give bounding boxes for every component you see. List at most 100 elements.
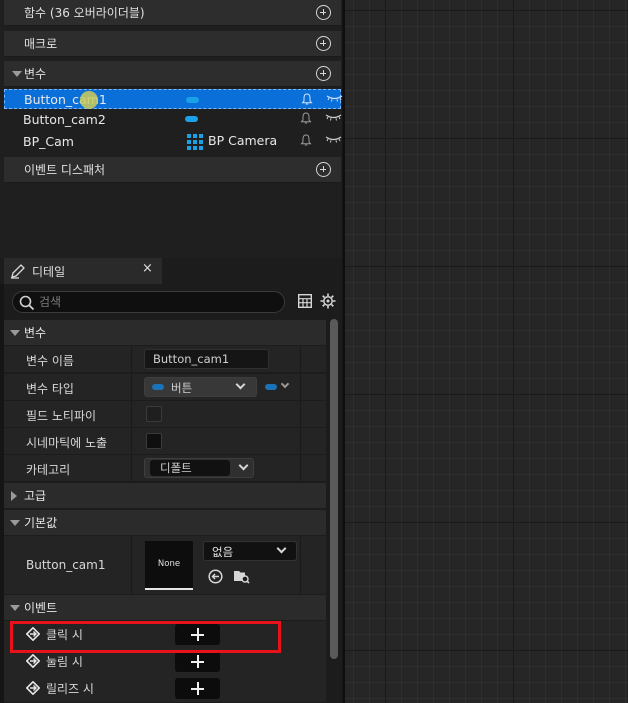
gear-icon[interactable] — [320, 293, 336, 309]
chevron-down-icon — [276, 543, 287, 554]
category-title: 이벤트 — [24, 601, 58, 615]
add-event-button[interactable] — [175, 624, 220, 645]
column-divider — [300, 536, 301, 594]
variable-type-pill-icon — [186, 97, 199, 103]
replication-bell-icon[interactable] — [300, 134, 312, 147]
variables-section-header[interactable]: 변수 — [4, 61, 341, 87]
variable-row[interactable]: BP_Cam BP Camera — [4, 131, 342, 151]
column-divider — [131, 401, 132, 427]
property-matrix-icon[interactable] — [298, 294, 312, 308]
add-event-button[interactable] — [175, 651, 220, 672]
asset-picker-value: 없음 — [212, 545, 234, 559]
property-row-expose-cinematics: 시네마틱에 노출 — [4, 428, 326, 455]
thumbnail-label: None — [157, 559, 181, 569]
property-label: 시네마틱에 노출 — [26, 436, 108, 450]
column-divider — [300, 428, 301, 454]
visibility-eye-icon[interactable] — [325, 113, 342, 123]
variable-type-value: 버튼 — [171, 381, 193, 395]
property-label: 변수 타입 — [26, 382, 74, 396]
macros-section-label: 매크로 — [24, 37, 58, 51]
event-dispatchers-section-label: 이벤트 디스패처 — [24, 163, 106, 177]
column-divider — [300, 401, 301, 427]
collapse-arrow-icon[interactable] — [10, 520, 20, 526]
column-divider — [131, 374, 132, 400]
column-divider — [131, 536, 132, 594]
visibility-eye-icon[interactable] — [325, 135, 342, 145]
property-label: 변수 이름 — [26, 354, 74, 368]
category-title: 변수 — [24, 326, 47, 340]
variable-category-header[interactable]: 변수 — [4, 320, 326, 345]
functions-section-header[interactable]: 함수 (36 오버라이더블) — [4, 0, 341, 26]
asset-picker-dropdown[interactable]: 없음 — [203, 541, 297, 561]
variable-row[interactable]: Button_cam1 — [4, 89, 343, 109]
category-combo[interactable]: 디폴트 — [144, 458, 254, 478]
tab-details[interactable]: 디테일 × — [4, 258, 162, 284]
event-diamond-icon — [26, 654, 40, 668]
column-divider — [131, 346, 132, 372]
variable-type-pill-icon — [185, 116, 198, 122]
add-function-icon[interactable] — [316, 5, 331, 20]
event-diamond-icon — [26, 681, 40, 695]
field-notify-checkbox[interactable] — [146, 406, 162, 422]
event-row-on-pressed: 눌림 시 — [4, 648, 326, 675]
variable-type-dropdown[interactable]: 버튼 — [144, 377, 257, 397]
chevron-down-icon[interactable] — [280, 379, 290, 389]
column-divider — [300, 374, 301, 400]
events-category-header[interactable]: 이벤트 — [4, 595, 326, 620]
search-input[interactable] — [39, 294, 279, 310]
event-label: 릴리즈 시 — [46, 682, 94, 696]
collapse-arrow-icon[interactable] — [10, 330, 20, 336]
pencil-icon — [11, 264, 25, 279]
replication-bell-icon[interactable] — [300, 112, 312, 125]
chevron-down-icon[interactable] — [238, 460, 249, 471]
add-macro-icon[interactable] — [316, 36, 331, 51]
event-row-on-released: 릴리즈 시 — [4, 675, 326, 702]
property-row-variable-name: 변수 이름 Button_cam1 — [4, 346, 326, 373]
variables-section-label: 변수 — [24, 67, 47, 81]
add-event-button[interactable] — [175, 678, 220, 699]
column-divider — [131, 455, 132, 481]
replication-bell-icon[interactable] — [301, 93, 313, 106]
asset-thumbnail[interactable]: None — [145, 541, 193, 590]
add-event-dispatcher-icon[interactable] — [316, 162, 331, 177]
use-selected-arrow-icon[interactable] — [208, 569, 223, 584]
advanced-category-header[interactable]: 고급 — [4, 483, 326, 508]
column-divider — [131, 428, 132, 454]
search-icon — [19, 295, 35, 311]
category-title: 고급 — [24, 489, 47, 503]
collapse-arrow-icon[interactable] — [12, 71, 22, 77]
property-row-default-value: Button_cam1 None 없음 — [4, 536, 326, 595]
container-type-pill-icon[interactable] — [265, 384, 277, 390]
close-icon[interactable]: × — [142, 261, 153, 276]
property-label: Button_cam1 — [26, 558, 106, 572]
graph-editor-canvas[interactable] — [343, 0, 628, 703]
browse-folder-icon[interactable] — [233, 568, 250, 584]
variable-name: BP_Cam — [23, 133, 74, 149]
type-pill-icon — [152, 384, 164, 390]
default-value-category-header[interactable]: 기본값 — [4, 510, 326, 535]
variable-type-label: BP Camera — [208, 133, 278, 148]
expand-arrow-icon[interactable] — [11, 491, 17, 501]
variable-name: Button_cam2 — [23, 111, 106, 127]
add-variable-icon[interactable] — [316, 66, 331, 81]
expose-cinematics-checkbox[interactable] — [146, 433, 162, 449]
tab-label: 디테일 — [32, 265, 66, 279]
search-box[interactable] — [12, 291, 285, 313]
column-divider — [300, 455, 301, 481]
details-scrollbar[interactable] — [330, 319, 338, 659]
visibility-eye-icon[interactable] — [326, 94, 343, 104]
property-row-variable-type: 변수 타입 버튼 — [4, 374, 326, 401]
chevron-down-icon — [235, 379, 246, 390]
macros-section-header[interactable]: 매크로 — [4, 31, 341, 57]
category-input[interactable]: 디폴트 — [150, 460, 230, 476]
details-panel: 변수 변수 이름 Button_cam1 변수 타입 버튼 필드 노티파이 시네… — [4, 284, 342, 703]
collapse-arrow-icon[interactable] — [10, 605, 20, 611]
event-dispatchers-section-header[interactable]: 이벤트 디스패처 — [4, 157, 341, 183]
variable-name-field[interactable]: Button_cam1 — [144, 349, 269, 369]
category-title: 기본값 — [24, 516, 58, 530]
property-label: 카테고리 — [26, 463, 71, 477]
variable-row[interactable]: Button_cam2 — [4, 109, 342, 129]
column-divider — [300, 346, 301, 372]
property-row-category: 카테고리 디폴트 — [4, 455, 326, 482]
functions-section-label: 함수 (36 오버라이더블) — [24, 6, 145, 20]
